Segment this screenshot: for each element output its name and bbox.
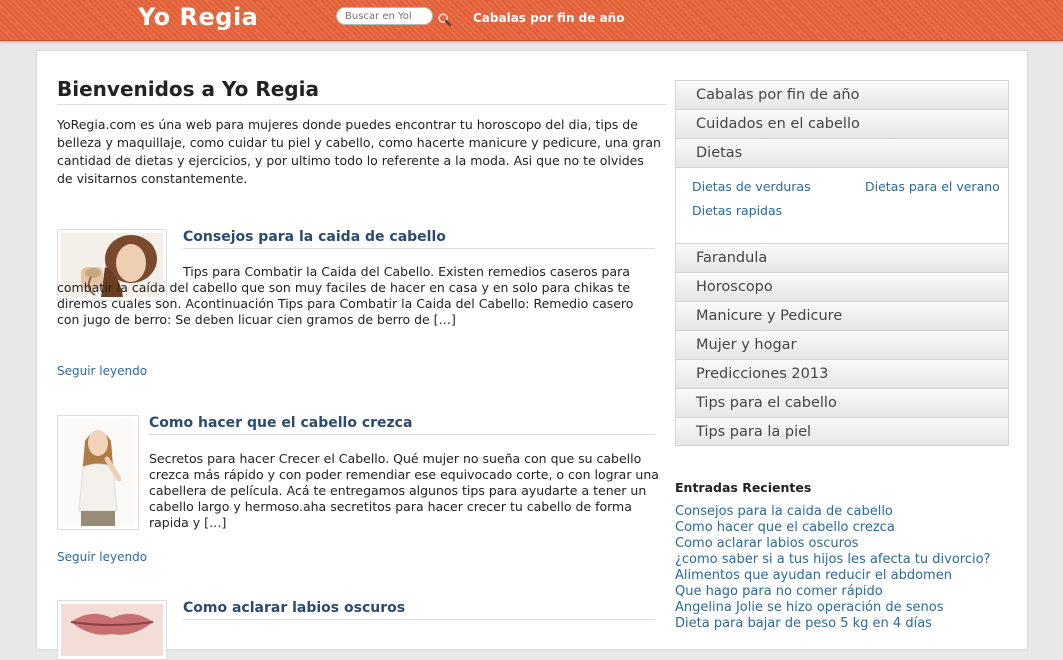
intro-text: YoRegia.com es úna web para mujeres dond… xyxy=(57,117,661,186)
read-more-link[interactable]: Seguir leyendo xyxy=(57,550,147,564)
sidebar-item-tips-piel[interactable]: Tips para la piel xyxy=(675,417,1009,446)
post-excerpt: Secretos para hacer Crecer el Cabello. Q… xyxy=(149,451,659,530)
post-thumbnail[interactable] xyxy=(57,415,139,530)
post-title-link[interactable]: Como aclarar labios oscuros xyxy=(183,600,655,620)
submenu-item-dietas-rapidas[interactable]: Dietas rapidas xyxy=(692,203,782,218)
sidebar-item-cuidados-cabello[interactable]: Cuidados en el cabello xyxy=(675,109,1009,138)
sidebar-item-farandula[interactable]: Farandula xyxy=(675,243,1009,272)
post-thumbnail[interactable] xyxy=(57,600,167,660)
long-hair-thumbnail-image xyxy=(61,419,135,526)
recent-entry-link[interactable]: Como aclarar labios oscuros xyxy=(675,536,1015,552)
recent-entries-list: Consejos para la caida de cabello Como h… xyxy=(675,504,1015,632)
recent-entry-link[interactable]: ¿como saber si a tus hijos les afecta tu… xyxy=(675,552,1015,568)
recent-entry-link[interactable]: Angelina Jolie se hizo operación de seno… xyxy=(675,600,1015,616)
search-icon[interactable] xyxy=(437,12,452,27)
sidebar-item-horoscopo[interactable]: Horoscopo xyxy=(675,272,1009,301)
sidebar-category-menu: Cabalas por fin de año Cuidados en el ca… xyxy=(675,80,1009,446)
sidebar-item-mujer-hogar[interactable]: Mujer y hogar xyxy=(675,330,1009,359)
post-title-link[interactable]: Como hacer que el cabello crezca xyxy=(149,415,655,435)
recent-entries-title: Entradas Recientes xyxy=(675,480,812,495)
submenu-item-dietas-verano[interactable]: Dietas para el verano xyxy=(865,179,1000,194)
lips-thumbnail-image xyxy=(61,604,163,656)
recent-entry-link[interactable]: Como hacer que el cabello crezca xyxy=(675,520,1015,536)
search-input[interactable] xyxy=(336,7,433,25)
page-title: Bienvenidos a Yo Regia xyxy=(57,77,667,105)
site-title-link[interactable]: Yo Regia xyxy=(138,3,258,31)
dietas-submenu: Dietas de verduras Dietas para el verano… xyxy=(675,167,1009,243)
sidebar-item-predicciones[interactable]: Predicciones 2013 xyxy=(675,359,1009,388)
sidebar-item-tips-cabello[interactable]: Tips para el cabello xyxy=(675,388,1009,417)
sidebar-item-manicure[interactable]: Manicure y Pedicure xyxy=(675,301,1009,330)
nav-link-cabalas[interactable]: Cabalas por fin de año xyxy=(473,11,624,25)
recent-entry-link[interactable]: Que hago para no comer rápido xyxy=(675,584,1015,600)
recent-entry-link[interactable]: Dieta para bajar de peso 5 kg en 4 días xyxy=(675,616,1015,632)
recent-entry-link[interactable]: Alimentos que ayudan reducir el abdomen xyxy=(675,568,1015,584)
main-panel: Bienvenidos a Yo Regia YoRegia.com es ún… xyxy=(36,50,1028,660)
submenu-item-dietas-verduras[interactable]: Dietas de verduras xyxy=(692,179,811,194)
header-bar: Yo Regia Cabalas por fin de año xyxy=(0,0,1063,41)
sidebar-item-cabalas[interactable]: Cabalas por fin de año xyxy=(675,80,1009,109)
recent-entry-link[interactable]: Consejos para la caida de cabello xyxy=(675,504,1015,520)
sidebar-item-dietas[interactable]: Dietas xyxy=(675,138,1009,167)
post-title-link[interactable]: Consejos para la caida de cabello xyxy=(183,229,655,249)
post-excerpt: Tips para Combatir la Caida del Cabello.… xyxy=(57,264,634,327)
read-more-link[interactable]: Seguir leyendo xyxy=(57,364,147,378)
